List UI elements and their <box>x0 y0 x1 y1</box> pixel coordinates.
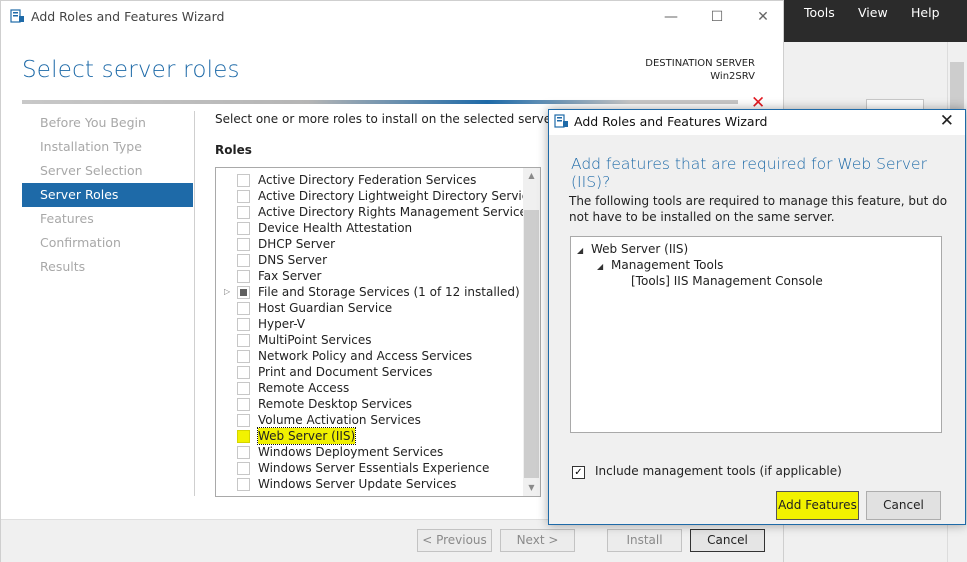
nav-item-features[interactable]: Features <box>22 207 193 231</box>
dialog-body: Add features that are required for Web S… <box>549 135 965 524</box>
scroll-down-arrow-icon[interactable]: ▼ <box>523 480 540 496</box>
role-label: Fax Server <box>258 269 322 283</box>
role-label: Volume Activation Services <box>258 413 421 427</box>
menu-view[interactable]: View <box>858 5 888 20</box>
role-checkbox[interactable] <box>237 222 250 235</box>
menu-help[interactable]: Help <box>911 5 940 20</box>
role-checkbox[interactable] <box>237 382 250 395</box>
role-checkbox[interactable] <box>237 238 250 251</box>
tree-item[interactable]: ◢ Web Server (IIS) <box>577 241 688 257</box>
nav-item-confirmation[interactable]: Confirmation <box>22 231 193 255</box>
nav-item-server-roles[interactable]: Server Roles <box>22 183 193 207</box>
role-label: Print and Document Services <box>258 365 433 379</box>
dialog-close-icon[interactable]: ✕ <box>940 111 954 131</box>
nav-item-before-you-begin[interactable]: Before You Begin <box>22 111 193 135</box>
role-label: Web Server (IIS) <box>256 427 357 445</box>
role-label: Active Directory Rights Management Servi… <box>258 205 534 219</box>
nav-item-results[interactable]: Results <box>22 255 193 279</box>
role-label: Windows Server Update Services <box>258 477 457 491</box>
role-checkbox[interactable] <box>237 430 250 443</box>
role-checkbox[interactable] <box>237 254 250 267</box>
role-checkbox[interactable] <box>237 318 250 331</box>
wizard-title: Add Roles and Features Wizard <box>31 9 225 24</box>
role-label: MultiPoint Services <box>258 333 372 347</box>
roles-scroll-thumb[interactable] <box>524 210 539 478</box>
role-label: Active Directory Lightweight Directory S… <box>258 189 541 203</box>
role-checkbox[interactable] <box>237 302 250 315</box>
add-features-button[interactable]: Add Features <box>776 491 859 520</box>
tree-item-label: Web Server (IIS) <box>591 242 689 256</box>
wizard-nav: Before You Begin Installation Type Serve… <box>22 111 193 279</box>
expand-arrow-icon[interactable]: ▷ <box>224 284 230 300</box>
role-label: Host Guardian Service <box>258 301 393 315</box>
role-label: Windows Server Essentials Experience <box>258 461 490 475</box>
minimize-button[interactable]: — <box>648 4 694 30</box>
server-manager-icon <box>10 9 24 23</box>
role-checkbox[interactable] <box>237 366 250 379</box>
include-tools-label: Include management tools (if applicable) <box>595 464 842 478</box>
tree-item-label: [Tools] IIS Management Console <box>631 274 823 288</box>
role-label: DHCP Server <box>258 237 336 251</box>
server-manager-icon <box>554 114 568 128</box>
dialog-description: The following tools are required to mana… <box>569 194 948 224</box>
role-checkbox[interactable] <box>237 174 250 187</box>
role-label: Hyper-V <box>258 317 306 331</box>
role-checkbox[interactable] <box>237 462 250 475</box>
role-checkbox[interactable] <box>237 206 250 219</box>
role-label: Active Directory Federation Services <box>258 173 477 187</box>
role-label: Network Policy and Access Services <box>258 349 473 363</box>
header-progress-divider <box>22 100 738 104</box>
role-label: Device Health Attestation <box>258 221 413 235</box>
dialog-title: Add Roles and Features Wizard <box>574 114 768 129</box>
next-button[interactable]: Next > <box>500 529 575 552</box>
instruction-text: Select one or more roles to install on t… <box>215 112 559 126</box>
roles-label: Roles <box>215 143 252 157</box>
required-features-tree[interactable]: ◢ Web Server (IIS) ◢ Management Tools [Too… <box>570 236 942 433</box>
tree-item[interactable]: [Tools] IIS Management Console <box>631 273 823 289</box>
role-checkbox[interactable] <box>237 398 250 411</box>
role-label: File and Storage Services (1 of 12 insta… <box>258 285 520 299</box>
menu-tools[interactable]: Tools <box>804 5 835 20</box>
nav-item-server-selection[interactable]: Server Selection <box>22 159 193 183</box>
tree-item-label: Management Tools <box>611 258 724 272</box>
role-checkbox[interactable] <box>237 446 250 459</box>
role-label: Windows Deployment Services <box>258 445 444 459</box>
nav-separator <box>194 111 195 496</box>
collapse-triangle-icon[interactable]: ◢ <box>597 259 611 275</box>
destination-server: DESTINATION SERVER Win2SRV <box>645 57 755 83</box>
wizard-footer: < Previous Next > Install Cancel <box>1 519 783 562</box>
cancel-button[interactable]: Cancel <box>690 529 765 552</box>
add-features-label: Add Features <box>777 498 858 512</box>
page-title: Select server roles <box>22 57 240 83</box>
dialog-cancel-button[interactable]: Cancel <box>866 491 941 520</box>
install-button[interactable]: Install <box>607 529 682 552</box>
include-tools-checkbox[interactable]: ✓ <box>572 466 585 479</box>
collapse-triangle-icon[interactable]: ◢ <box>577 243 591 259</box>
roles-scrollbar[interactable]: ▲ ▼ <box>523 168 540 496</box>
tree-item[interactable]: ◢ Management Tools <box>597 257 723 273</box>
dialog-heading: Add features that are required for Web S… <box>571 155 927 191</box>
role-label: Remote Desktop Services <box>258 397 413 411</box>
role-label: DNS Server <box>258 253 327 267</box>
role-checkbox[interactable] <box>237 414 250 427</box>
role-checkbox[interactable] <box>237 334 250 347</box>
maximize-button[interactable]: ☐ <box>694 4 740 30</box>
role-label: Remote Access <box>258 381 350 395</box>
nav-item-installation-type[interactable]: Installation Type <box>22 135 193 159</box>
previous-button[interactable]: < Previous <box>417 529 492 552</box>
role-checkbox[interactable] <box>237 190 250 203</box>
roles-list[interactable]: Active Directory Federation Services Acti… <box>215 167 541 497</box>
role-checkbox[interactable] <box>237 478 250 491</box>
add-features-dialog: Add Roles and Features Wizard ✕ Add feat… <box>548 109 966 525</box>
role-checkbox[interactable] <box>237 350 250 363</box>
role-checkbox[interactable] <box>237 286 250 299</box>
scroll-up-arrow-icon[interactable]: ▲ <box>523 168 540 184</box>
destination-value: Win2SRV <box>710 71 755 82</box>
role-checkbox[interactable] <box>237 270 250 283</box>
close-button[interactable]: ✕ <box>740 4 786 30</box>
destination-label: DESTINATION SERVER <box>645 58 755 69</box>
